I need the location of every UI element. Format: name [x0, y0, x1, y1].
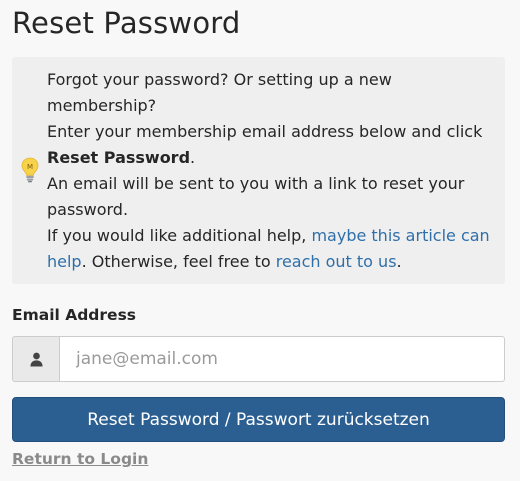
user-icon — [29, 352, 43, 366]
info-box: M Forgot your password? Or setting up a … — [12, 57, 505, 284]
help-suffix: . — [396, 252, 402, 271]
return-to-login-link[interactable]: Return to Login — [12, 450, 148, 468]
info-text: Forgot your password? Or setting up a ne… — [47, 67, 497, 275]
info-line-email-sent: An email will be sent to you with a link… — [47, 174, 465, 219]
email-addon — [12, 336, 59, 382]
reset-password-button[interactable]: Reset Password / Passwort zurücksetzen — [12, 397, 505, 442]
info-line-instructions: Enter your membership email address belo… — [47, 119, 497, 171]
email-input[interactable] — [59, 336, 505, 382]
email-label: Email Address — [12, 306, 137, 324]
page-title: Reset Password — [12, 6, 241, 40]
help-middle: . Otherwise, feel free to — [81, 252, 271, 271]
bulb-letter: M — [27, 163, 33, 171]
info-line-forgot: Forgot your password? Or setting up a ne… — [47, 70, 392, 115]
email-input-group — [12, 336, 505, 382]
lightbulb-icon: M — [21, 157, 39, 183]
instructions-text: Enter your membership email address belo… — [47, 122, 483, 141]
instructions-suffix: . — [190, 148, 196, 167]
contact-link[interactable]: reach out to us — [276, 252, 397, 271]
reset-password-page: Reset Password M Forgot your password? O… — [0, 0, 520, 481]
help-prefix: If you would like additional help, — [47, 226, 307, 245]
instructions-bold: Reset Password — [47, 148, 191, 167]
info-line-help: If you would like additional help, maybe… — [47, 223, 497, 275]
